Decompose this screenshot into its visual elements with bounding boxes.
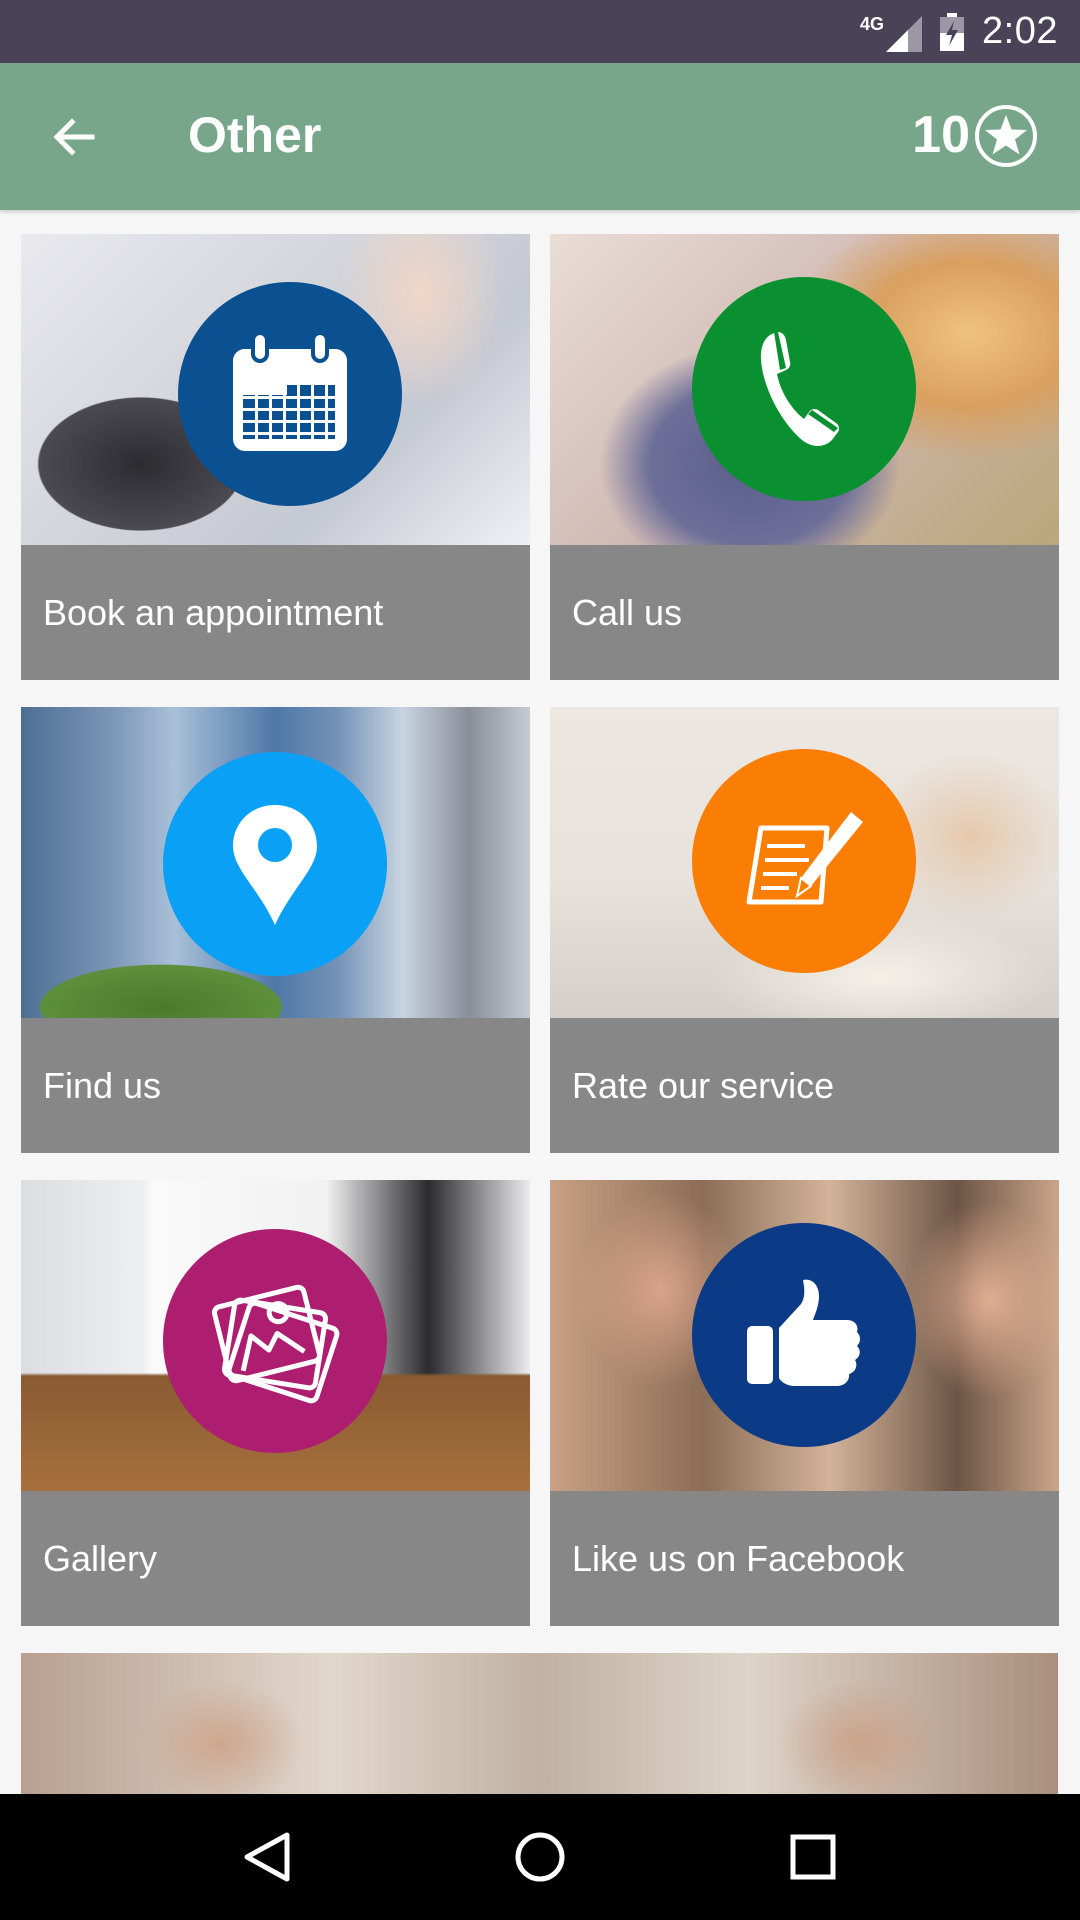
- tile-gallery[interactable]: Gallery: [21, 1180, 530, 1626]
- recents-square-icon: [790, 1834, 836, 1880]
- rewards-button[interactable]: [973, 103, 1039, 169]
- home-circle-icon: [515, 1832, 565, 1882]
- map-pin-icon: [233, 805, 317, 925]
- tile-facebook-like[interactable]: Like us on Facebook: [550, 1180, 1059, 1626]
- badge: [692, 1223, 916, 1447]
- badge: [692, 277, 916, 501]
- phone-icon: [760, 332, 840, 446]
- battery-icon: [940, 12, 965, 51]
- badge: [692, 749, 916, 973]
- tile-label: Call us: [572, 591, 683, 633]
- points-count: 10: [912, 106, 970, 164]
- system-nav-bar: [0, 1794, 1080, 1920]
- clock: 2:02: [982, 10, 1058, 52]
- nav-back-button[interactable]: [227, 1817, 307, 1897]
- app-bar: Other 10: [0, 63, 1080, 210]
- signal-indicator: 4G: [860, 12, 923, 52]
- badge: [163, 1229, 387, 1453]
- arrow-left-icon: [53, 118, 95, 156]
- calendar-icon: [233, 331, 347, 451]
- back-button[interactable]: [38, 101, 110, 173]
- photos-icon: [211, 1284, 340, 1404]
- page-title: Other: [188, 107, 322, 163]
- tile-label: Find us: [43, 1064, 162, 1106]
- signal-icon: [886, 15, 923, 52]
- network-type: 4G: [860, 13, 885, 34]
- nav-recents-button[interactable]: [773, 1817, 853, 1897]
- tile-label: Rate our service: [572, 1064, 835, 1106]
- thumbs-up-icon: [747, 1279, 860, 1386]
- form-pencil-icon: [746, 812, 863, 905]
- star-circle-icon: [975, 105, 1037, 167]
- tile-label: Gallery: [43, 1537, 158, 1579]
- status-bar: 4G 2:02: [0, 0, 1080, 63]
- tile-label: Book an appointment: [43, 591, 384, 633]
- back-triangle-icon: [244, 1832, 290, 1882]
- tile-label: Like us on Facebook: [572, 1537, 905, 1579]
- tile-call-us[interactable]: Call us: [550, 234, 1059, 680]
- tile-rate-service[interactable]: Rate our service: [550, 707, 1059, 1153]
- nav-home-button[interactable]: [500, 1817, 580, 1897]
- badge: [163, 752, 387, 976]
- tile-book-appointment[interactable]: Book an appointment: [21, 234, 530, 680]
- tile-grid: Book an appointment Call us Find us Rate…: [0, 210, 1080, 1794]
- tile-photo: [21, 1653, 1058, 1794]
- tile-partial[interactable]: [21, 1653, 1058, 1794]
- tile-find-us[interactable]: Find us: [21, 707, 530, 1153]
- badge: [178, 282, 402, 506]
